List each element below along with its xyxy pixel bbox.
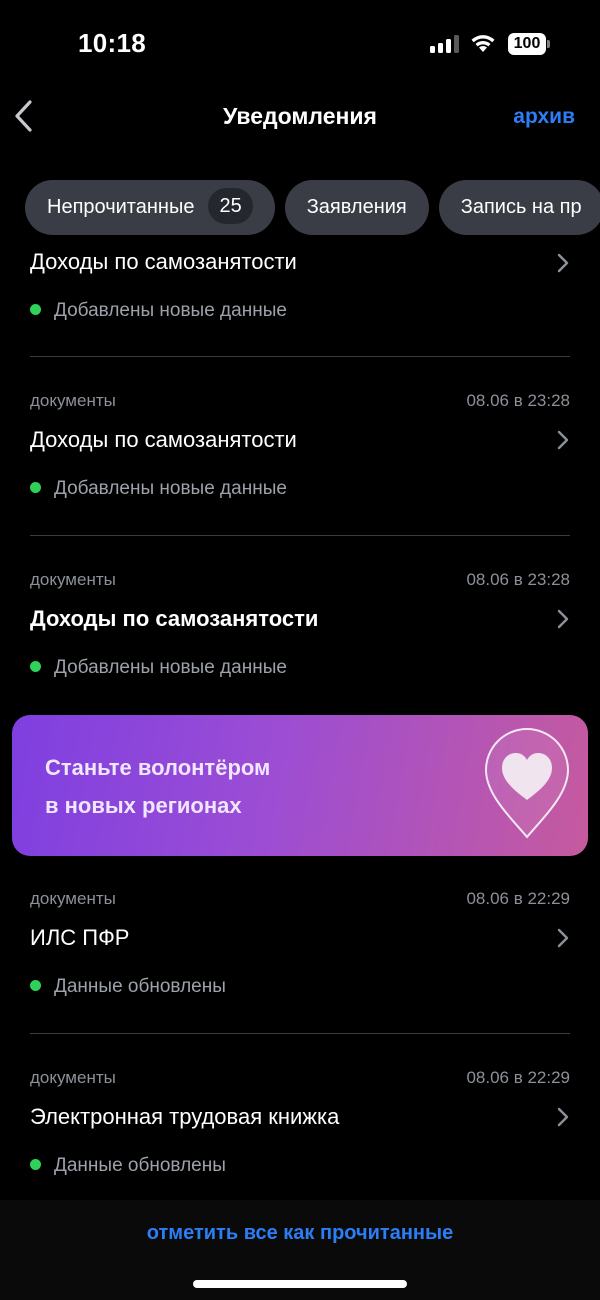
notification-status: Добавлены новые данные: [30, 300, 287, 322]
notification-item[interactable]: документы 08.06 в 22:29 ИЛС ПФР Данные о…: [30, 883, 570, 1023]
notification-title: Доходы по самозанятости: [30, 606, 319, 631]
status-dot-icon: [30, 980, 41, 991]
banner-text: Станьте волонтёром в новых регионах: [45, 749, 270, 825]
notification-title: Доходы по самозанятости: [30, 249, 297, 274]
status-text: Добавлены новые данные: [54, 657, 287, 678]
chip-label: Заявления: [306, 196, 407, 218]
unread-count-badge: 25: [208, 187, 253, 224]
chevron-right-icon: [557, 928, 569, 948]
chip-appointments[interactable]: Запись на пр: [438, 180, 600, 235]
notification-list: Доходы по самозанятости Добавлены новые …: [0, 235, 600, 1200]
notification-title: ИЛС ПФР: [30, 925, 130, 950]
mark-all-read-button[interactable]: отметить все как прочитанные: [0, 1222, 600, 1245]
navigation-bar: Уведомления архив: [0, 90, 600, 146]
banner-line-2: в новых регионах: [45, 793, 242, 818]
chevron-right-icon: [557, 609, 569, 629]
bottom-action-bar: отметить все как прочитанные: [0, 1200, 600, 1300]
chip-applications[interactable]: Заявления: [284, 180, 429, 235]
notification-date: 08.06 в 23:28: [466, 570, 570, 589]
status-dot-icon: [30, 661, 41, 672]
notification-status: Данные обновлены: [30, 976, 226, 998]
battery-icon: 100: [508, 33, 550, 55]
heart-pin-icon: [484, 728, 570, 839]
notification-status: Добавлены новые данные: [30, 657, 287, 679]
notification-date: 08.06 в 22:29: [466, 1068, 570, 1087]
status-time: 10:18: [78, 28, 146, 58]
chevron-right-icon: [557, 430, 569, 450]
notification-status: Данные обновлены: [30, 1155, 226, 1177]
status-text: Добавлены новые данные: [54, 300, 287, 321]
notification-category: документы: [30, 570, 116, 589]
chip-label: Непрочитанные: [47, 196, 195, 218]
notification-title: Электронная трудовая книжка: [30, 1104, 340, 1129]
notification-date: 08.06 в 22:29: [466, 889, 570, 908]
battery-level: 100: [508, 33, 546, 55]
filter-chips: Непрочитанные 25 Заявления Запись на пр: [25, 180, 600, 235]
wifi-icon: [471, 35, 495, 52]
notification-item[interactable]: документы 08.06 в 23:28 Доходы по самоза…: [30, 385, 570, 525]
notification-category: документы: [30, 1068, 116, 1087]
notification-item[interactable]: документы 08.06 в 23:28 Доходы по самоза…: [30, 564, 570, 704]
status-text: Данные обновлены: [54, 1155, 226, 1176]
volunteer-promo-banner[interactable]: Станьте волонтёром в новых регионах: [12, 715, 588, 856]
notification-category: документы: [30, 391, 116, 410]
notification-category: документы: [30, 889, 116, 908]
chip-label: Запись на пр: [460, 196, 582, 218]
banner-line-1: Станьте волонтёром: [45, 755, 271, 780]
status-dot-icon: [30, 304, 41, 315]
home-indicator[interactable]: [193, 1280, 407, 1288]
chevron-right-icon: [557, 253, 569, 273]
notification-status: Добавлены новые данные: [30, 478, 287, 500]
chevron-right-icon: [557, 1107, 569, 1127]
archive-link[interactable]: архив: [513, 105, 575, 129]
chip-unread[interactable]: Непрочитанные 25: [25, 180, 275, 235]
divider: [30, 535, 570, 536]
status-text: Данные обновлены: [54, 976, 226, 997]
divider: [30, 356, 570, 357]
status-dot-icon: [30, 1159, 41, 1170]
notification-date: 08.06 в 23:28: [466, 391, 570, 410]
divider: [30, 1033, 570, 1034]
status-bar: 10:18 100: [0, 0, 600, 90]
notification-item[interactable]: документы 08.06 в 22:29 Электронная труд…: [30, 1062, 570, 1200]
notification-title: Доходы по самозанятости: [30, 427, 297, 452]
status-dot-icon: [30, 482, 41, 493]
page-title: Уведомления: [223, 103, 377, 129]
notification-item[interactable]: Доходы по самозанятости Добавлены новые …: [30, 235, 570, 355]
cellular-signal-icon: [430, 35, 460, 53]
status-text: Добавлены новые данные: [54, 478, 287, 499]
